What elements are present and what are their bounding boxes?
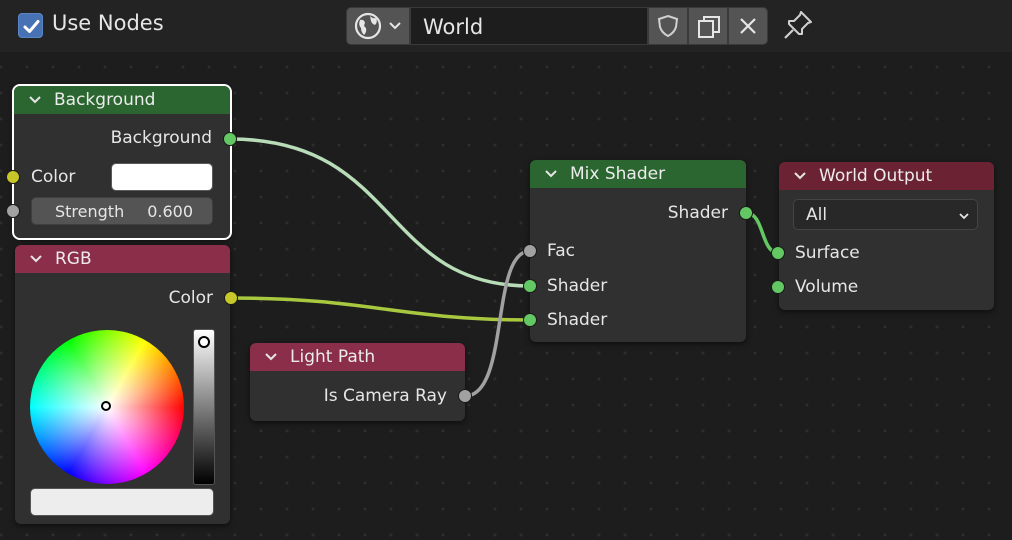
shader-input-label-2: Shader [547, 310, 608, 330]
value-slider-handle[interactable] [198, 336, 210, 348]
value-slider[interactable] [193, 329, 215, 485]
target-dropdown[interactable]: All [793, 199, 978, 230]
mix-shader-output-socket[interactable] [739, 206, 753, 220]
link-lightpath-to-fac [464, 249, 531, 398]
volume-input-label: Volume [795, 277, 859, 297]
is-camera-ray-label: Is Camera Ray [323, 386, 447, 406]
fac-input-label: Fac [547, 241, 575, 261]
shader-input-socket-1[interactable] [523, 279, 537, 293]
collapse-chevron-icon[interactable] [793, 170, 807, 182]
background-output-label: Background [110, 128, 212, 148]
light-path-node-header[interactable]: Light Path [250, 343, 465, 371]
collapse-chevron-icon[interactable] [544, 168, 558, 180]
surface-input-label: Surface [795, 243, 860, 263]
color-swatch[interactable] [30, 488, 214, 516]
mix-shader-node[interactable]: Mix Shader Shader Fac Shader Shader [530, 160, 746, 342]
shader-input-socket-2[interactable] [523, 313, 537, 327]
mix-shader-output-label: Shader [667, 203, 728, 223]
strength-label: Strength [55, 202, 125, 221]
world-output-node[interactable]: World Output All Surface Volume [779, 162, 994, 310]
rgb-node-title: RGB [55, 249, 92, 269]
link-rgb-to-shader [230, 296, 531, 322]
collapse-chevron-icon[interactable] [264, 351, 278, 363]
strength-input-socket[interactable] [6, 204, 20, 218]
background-node[interactable]: Background Background Color Strength 0.6… [12, 84, 232, 240]
is-camera-ray-socket[interactable] [458, 389, 472, 403]
rgb-node[interactable]: RGB Color [15, 245, 230, 524]
target-dropdown-value: All [806, 205, 828, 225]
shader-input-label-1: Shader [547, 276, 608, 296]
strength-input-field[interactable]: Strength 0.600 [31, 197, 213, 225]
surface-input-socket[interactable] [771, 246, 785, 260]
world-output-node-title: World Output [819, 166, 933, 186]
background-output-socket[interactable] [223, 132, 237, 146]
color-input-field[interactable] [111, 163, 213, 191]
light-path-node-title: Light Path [290, 347, 376, 367]
collapse-chevron-icon[interactable] [28, 94, 42, 106]
link-background-to-shader [229, 137, 531, 288]
strength-value: 0.600 [147, 202, 193, 221]
color-wheel-cursor[interactable] [101, 401, 111, 411]
rgb-node-header[interactable]: RGB [15, 245, 230, 273]
background-node-title: Background [54, 90, 156, 110]
color-input-label: Color [31, 167, 76, 187]
world-output-node-header[interactable]: World Output [779, 162, 994, 190]
mix-shader-node-title: Mix Shader [570, 164, 666, 184]
light-path-node[interactable]: Light Path Is Camera Ray [250, 343, 465, 421]
mix-shader-node-header[interactable]: Mix Shader [530, 160, 746, 188]
collapse-chevron-icon[interactable] [29, 253, 43, 265]
volume-input-socket[interactable] [771, 280, 785, 294]
rgb-output-socket[interactable] [224, 291, 238, 305]
rgb-output-label: Color [168, 288, 213, 308]
fac-input-socket[interactable] [523, 244, 537, 258]
color-input-socket[interactable] [6, 170, 20, 184]
background-node-header[interactable]: Background [14, 86, 230, 114]
chevron-down-icon [959, 213, 969, 220]
